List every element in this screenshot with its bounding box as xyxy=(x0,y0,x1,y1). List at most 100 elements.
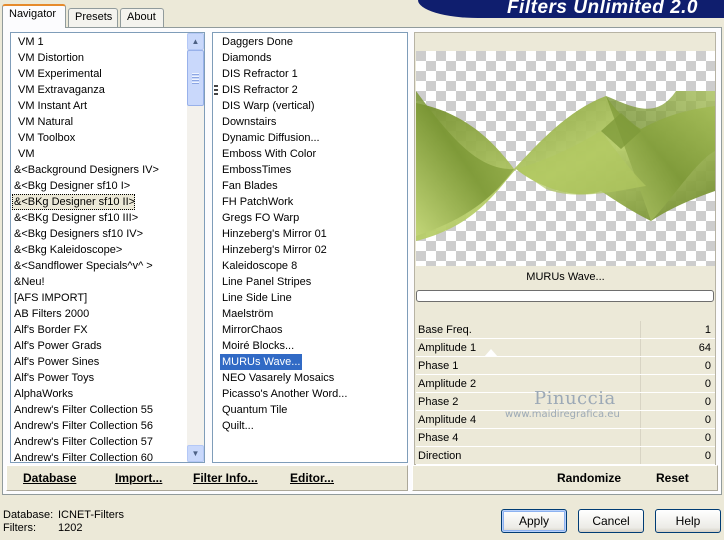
param-name: Phase 2 xyxy=(418,396,459,408)
category-item[interactable]: Andrew's Filter Collection 55 xyxy=(12,402,153,418)
tab-label: About xyxy=(127,11,156,23)
help-button[interactable]: Help xyxy=(655,509,721,533)
category-item[interactable]: &<Bkg Kaleidoscope> xyxy=(12,242,122,258)
filter-item[interactable]: Downstairs xyxy=(220,114,276,130)
category-item[interactable]: VM Distortion xyxy=(16,50,84,66)
param-slider-row[interactable]: Base Freq. 1 xyxy=(416,321,715,339)
param-value: 0 xyxy=(704,414,711,426)
database-button[interactable]: Database xyxy=(23,466,76,490)
filter-item[interactable]: Gregs FO Warp xyxy=(220,210,299,226)
category-item[interactable]: VM Toolbox xyxy=(16,130,75,146)
category-item[interactable]: [AFS IMPORT] xyxy=(12,290,87,306)
category-item[interactable]: &Neu! xyxy=(12,274,45,290)
tab-presets[interactable]: Presets xyxy=(68,8,118,27)
preview-filter-name: MURUs Wave... xyxy=(416,266,715,288)
filter-item[interactable]: Picasso's Another Word... xyxy=(220,386,347,402)
filter-item[interactable]: Hinzeberg's Mirror 01 xyxy=(220,226,327,242)
param-name: Amplitude 4 xyxy=(418,414,477,426)
param-name: Direction xyxy=(418,450,462,462)
filter-item[interactable]: Quantum Tile xyxy=(220,402,287,418)
filter-item[interactable]: Emboss With Color xyxy=(220,146,316,162)
category-item[interactable]: VM xyxy=(16,146,35,162)
editor-button[interactable]: Editor... xyxy=(290,466,334,490)
database-label: Database: xyxy=(3,509,54,521)
filter-item[interactable]: EmbossTimes xyxy=(220,162,291,178)
param-name: Amplitude 2 xyxy=(418,378,477,390)
filter-item[interactable]: Fan Blades xyxy=(220,178,278,194)
filter-item[interactable]: MirrorChaos xyxy=(220,322,283,338)
watermark-url: www.maidiregrafica.eu xyxy=(505,409,620,420)
filters-count-label: Filters: xyxy=(3,522,36,534)
param-separator xyxy=(640,357,641,374)
filter-item[interactable]: FH PatchWork xyxy=(220,194,293,210)
filter-item[interactable]: DIS Warp (vertical) xyxy=(220,98,315,114)
category-item[interactable]: VM 1 xyxy=(16,34,44,50)
filter-item[interactable]: NEO Vasarely Mosaics xyxy=(220,370,334,386)
param-separator xyxy=(640,429,641,446)
category-item[interactable]: Alf's Power Toys xyxy=(12,370,94,386)
param-slider-row[interactable]: Phase 4 0 xyxy=(416,429,715,447)
filter-list[interactable]: Daggers Done Diamonds DIS Refractor 1 DIS R… xyxy=(212,32,408,463)
category-item[interactable]: Alf's Power Sines xyxy=(12,354,99,370)
category-item[interactable]: &<BKg Designer sf10 II> xyxy=(12,194,136,210)
filter-item[interactable]: MURUs Wave... xyxy=(220,354,303,370)
category-item[interactable]: VM Natural xyxy=(16,114,73,130)
tab-about[interactable]: About xyxy=(120,8,164,27)
category-item[interactable]: &<Sandflower Specials^v^ > xyxy=(12,258,153,274)
param-slider-row[interactable]: Direction 0 xyxy=(416,447,715,465)
filter-info-button[interactable]: Filter Info... xyxy=(193,466,258,490)
category-item[interactable]: Andrew's Filter Collection 60 xyxy=(12,450,153,466)
filter-item[interactable]: Line Panel Stripes xyxy=(220,274,311,290)
filter-item[interactable]: Maelström xyxy=(220,306,273,322)
category-item[interactable]: Alf's Power Grads xyxy=(12,338,102,354)
category-item[interactable]: VM Instant Art xyxy=(16,98,87,114)
chevron-down-icon: ▼ xyxy=(191,449,200,458)
param-value: 0 xyxy=(704,450,711,462)
param-slider-row[interactable]: Phase 1 0 xyxy=(416,357,715,375)
wave-preview-graphic xyxy=(416,51,715,266)
filter-item[interactable]: Dynamic Diffusion... xyxy=(220,130,320,146)
filter-item[interactable]: Kaleidoscope 8 xyxy=(220,258,297,274)
category-item[interactable]: VM Experimental xyxy=(16,66,102,82)
category-item[interactable]: &<Bkg Designers sf10 IV> xyxy=(12,226,143,242)
preview-image[interactable] xyxy=(416,51,715,266)
category-item[interactable]: Andrew's Filter Collection 56 xyxy=(12,418,153,434)
param-name: Amplitude 1 xyxy=(418,342,477,354)
category-item[interactable]: &<Background Designers IV> xyxy=(12,162,159,178)
category-item[interactable]: &<Bkg Designer sf10 I> xyxy=(12,178,130,194)
scroll-down-button[interactable]: ▼ xyxy=(187,445,204,462)
param-separator xyxy=(640,411,641,428)
apply-button[interactable]: Apply xyxy=(501,509,567,533)
filter-item[interactable]: Daggers Done xyxy=(220,34,293,50)
reset-button[interactable]: Reset xyxy=(656,466,689,490)
param-separator xyxy=(640,339,641,356)
param-slider-row[interactable]: Amplitude 1 64 xyxy=(416,339,715,357)
param-name: Phase 4 xyxy=(418,432,459,444)
import-button[interactable]: Import... xyxy=(115,466,162,490)
category-item[interactable]: AB Filters 2000 xyxy=(12,306,89,322)
slider-marker-icon[interactable] xyxy=(484,349,498,357)
filter-item[interactable]: Moiré Blocks... xyxy=(220,338,294,354)
scroll-thumb[interactable] xyxy=(187,50,204,106)
category-item[interactable]: VM Extravaganza xyxy=(16,82,105,98)
param-value: 0 xyxy=(704,378,711,390)
category-item[interactable]: &<BKg Designer sf10 III> xyxy=(12,210,138,226)
param-separator xyxy=(640,375,641,392)
filter-item[interactable]: Line Side Line xyxy=(220,290,292,306)
category-item[interactable]: Alf's Border FX xyxy=(12,322,88,338)
cancel-button[interactable]: Cancel xyxy=(578,509,644,533)
category-item[interactable]: AlphaWorks xyxy=(12,386,73,402)
randomize-button[interactable]: Randomize xyxy=(557,466,621,490)
watermark-name: Pinuccia xyxy=(534,388,616,409)
filter-item[interactable]: Diamonds xyxy=(220,50,272,66)
filter-item[interactable]: Hinzeberg's Mirror 02 xyxy=(220,242,327,258)
category-item[interactable]: Andrew's Filter Collection 57 xyxy=(12,434,153,450)
category-scrollbar[interactable]: ▲ ▼ xyxy=(187,33,204,462)
filter-item[interactable]: DIS Refractor 2 xyxy=(220,82,298,98)
tab-navigator[interactable]: Navigator xyxy=(2,4,66,28)
scroll-up-button[interactable]: ▲ xyxy=(187,33,204,50)
filter-item[interactable]: Quilt... xyxy=(220,418,254,434)
filter-item[interactable]: DIS Refractor 1 xyxy=(220,66,298,82)
category-list[interactable]: VM 1 VM Distortion VM Experimental VM Extra… xyxy=(10,32,205,466)
app-title: Filters Unlimited 2.0 xyxy=(506,0,698,18)
